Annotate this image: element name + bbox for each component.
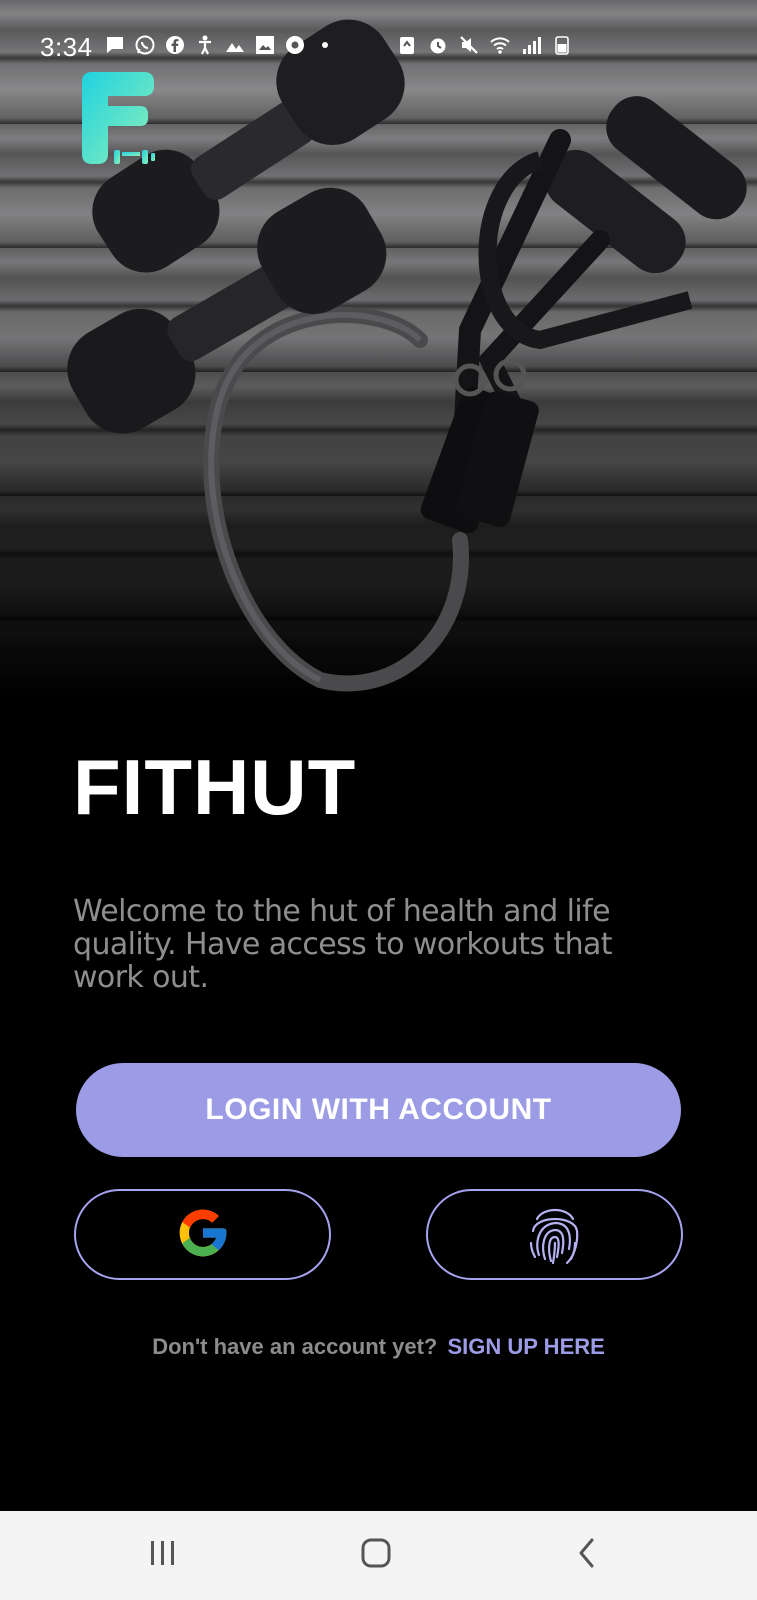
back-button[interactable] — [557, 1529, 617, 1581]
status-bar: 3:34 — [0, 0, 757, 90]
fingerprint-icon — [527, 1199, 583, 1270]
notification-icons — [104, 34, 336, 56]
signal-app-icon — [224, 34, 246, 56]
dot-icon — [314, 34, 336, 56]
google-login-button[interactable] — [74, 1189, 331, 1280]
signup-link[interactable]: SIGN UP HERE — [448, 1334, 605, 1359]
status-time: 3:34 — [40, 32, 93, 62]
recents-icon — [148, 1539, 178, 1572]
login-screen: 3:34 FITHUT Welcome to the hut of health… — [0, 0, 757, 1600]
cell-signal-icon — [520, 34, 542, 56]
wifi-icon — [489, 34, 511, 56]
mute-icon — [458, 34, 480, 56]
system-status-icons — [396, 34, 573, 56]
whatsapp-icon — [134, 34, 156, 56]
battery-saver-icon — [396, 34, 418, 56]
recents-button[interactable] — [133, 1529, 193, 1581]
battery-icon — [551, 34, 573, 56]
home-icon — [360, 1537, 392, 1574]
home-button[interactable] — [346, 1529, 406, 1581]
message-icon — [104, 34, 126, 56]
facebook-icon — [164, 34, 186, 56]
login-with-account-button[interactable]: LOGIN WITH ACCOUNT — [76, 1063, 681, 1157]
google-icon — [175, 1205, 231, 1264]
welcome-text: Welcome to the hut of health and life qu… — [73, 894, 613, 995]
system-navigation-bar — [0, 1511, 757, 1600]
signup-row: Don't have an account yet? SIGN UP HERE — [0, 1334, 757, 1360]
alarm-icon — [427, 34, 449, 56]
back-icon — [576, 1537, 598, 1574]
gallery-icon — [254, 34, 276, 56]
signup-prompt: Don't have an account yet? — [152, 1334, 438, 1359]
fingerprint-login-button[interactable] — [426, 1189, 683, 1280]
app-title: FITHUT — [73, 743, 357, 831]
chrome-icon — [284, 34, 306, 56]
accessibility-icon — [194, 34, 216, 56]
